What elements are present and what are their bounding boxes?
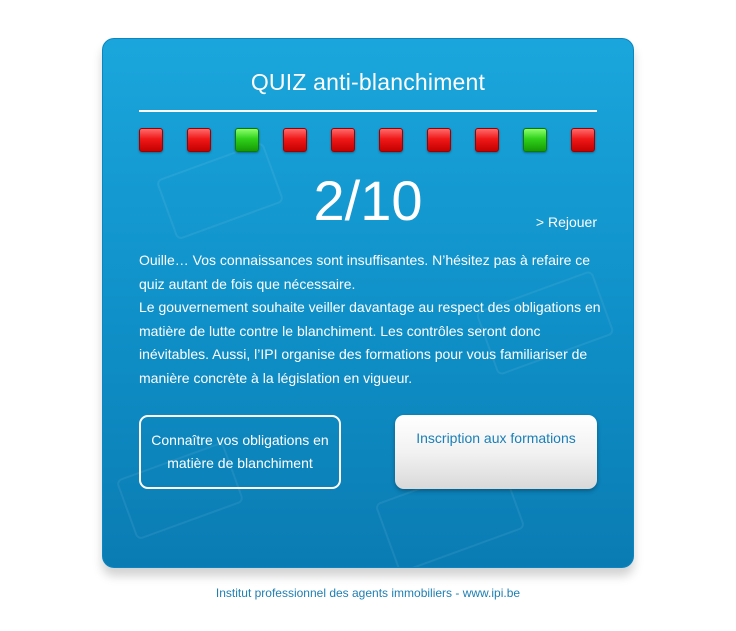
answer-indicator-7	[427, 128, 451, 152]
answer-indicator-8	[475, 128, 499, 152]
result-message: Ouille… Vos connaissances sont insuffisa…	[139, 249, 605, 390]
inscription-button-label: Inscription aux formations	[416, 430, 576, 446]
replay-link[interactable]: > Rejouer	[536, 214, 597, 230]
result-message-details: Le gouvernement souhaite veiller davanta…	[139, 299, 601, 386]
answer-indicators	[139, 128, 599, 152]
footer-text[interactable]: Institut professionnel des agents immobi…	[0, 586, 736, 600]
answer-indicator-6	[379, 128, 403, 152]
answer-indicator-3	[235, 128, 259, 152]
obligations-button-label: Connaître vos obligations en matière de …	[151, 432, 329, 471]
obligations-button[interactable]: Connaître vos obligations en matière de …	[139, 415, 341, 489]
inscription-button[interactable]: Inscription aux formations	[395, 415, 597, 489]
title-divider	[139, 110, 597, 112]
answer-indicator-4	[283, 128, 307, 152]
answer-indicator-9	[523, 128, 547, 152]
answer-indicator-2	[187, 128, 211, 152]
quiz-card: QUIZ anti-blanchiment 2/10 > Rejouer Oui…	[102, 38, 634, 568]
answer-indicator-5	[331, 128, 355, 152]
answer-indicator-10	[571, 128, 595, 152]
quiz-title: QUIZ anti-blanchiment	[250, 69, 486, 95]
result-message-intro: Ouille… Vos connaissances sont insuffisa…	[139, 252, 591, 292]
answer-indicator-1	[139, 128, 163, 152]
